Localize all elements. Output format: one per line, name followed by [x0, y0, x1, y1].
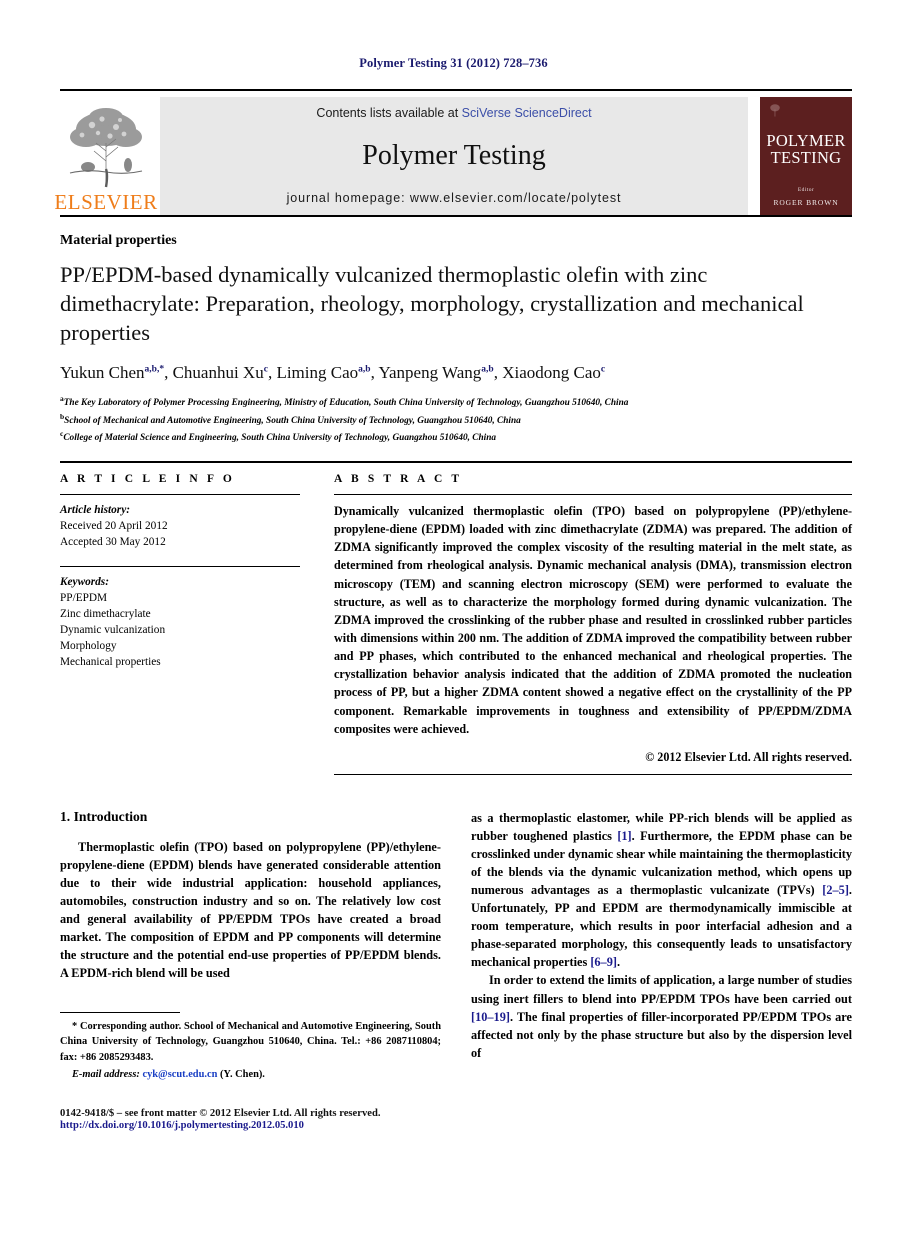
cover-editor-name: ROGER BROWN [773, 198, 839, 207]
article-history-label: Article history: [60, 504, 130, 517]
keyword-item: Morphology [60, 640, 117, 653]
footnote-rule [60, 1012, 180, 1014]
author-name: Yukun Chen [60, 363, 145, 383]
author-name: Yanpeng Wang [378, 363, 482, 383]
article-info-column: A R T I C L E I N F O Article history: R… [60, 473, 316, 775]
article-history: Article history: Received 20 April 2012 … [60, 502, 300, 550]
info-abstract-region: A R T I C L E I N F O Article history: R… [60, 461, 852, 775]
paragraph-part: . The final properties of filler-incorpo… [471, 1009, 852, 1060]
citation-ref[interactable]: [10–19] [471, 1010, 510, 1024]
affiliation-item: bSchool of Mechanical and Automotive Eng… [60, 411, 521, 426]
corresponding-author-note: * Corresponding author. School of Mechan… [60, 1021, 441, 1063]
journal-cover-image: POLYMER TESTING Editor ROGER BROWN [760, 97, 852, 215]
affiliation-list: aThe Key Laboratory of Polymer Processin… [60, 393, 852, 445]
paper-page: Polymer Testing 31 (2012) 728–736 ELSEVI… [0, 0, 907, 1238]
affiliation-item: cCollege of Material Science and Enginee… [60, 428, 497, 443]
author-affiliation-marker: c [263, 364, 268, 375]
title-block: Material properties PP/EPDM-based dynami… [60, 215, 852, 445]
journal-title: Polymer Testing [362, 139, 546, 171]
abstract-heading: A B S T R A C T [334, 473, 463, 486]
issn-copyright-line: 0142-9418/$ – see front matter © 2012 El… [60, 1108, 381, 1119]
article-title: PP/EPDM-based dynamically vulcanized the… [60, 262, 804, 345]
email-link[interactable]: cyk@scut.edu.cn [142, 1069, 217, 1080]
email-suffix: (Y. Chen). [219, 1068, 265, 1080]
keyword-item: Mechanical properties [60, 656, 161, 669]
abstract-column: A B S T R A C T Dynamically vulcanized t… [316, 473, 852, 775]
footnote-block: * Corresponding author. School of Mechan… [60, 1012, 441, 1081]
author-name: Liming Cao [276, 363, 359, 383]
cover-title: POLYMER TESTING [766, 131, 846, 168]
affiliation-item: aThe Key Laboratory of Polymer Processin… [60, 394, 629, 409]
bottom-matter: 0142-9418/$ – see front matter © 2012 El… [60, 1108, 441, 1131]
paragraph: Thermoplastic olefin (TPO) based on poly… [60, 839, 441, 981]
doi-link[interactable]: http://dx.doi.org/10.1016/j.polymertesti… [60, 1120, 441, 1131]
citation-ref[interactable]: [2–5] [822, 883, 849, 897]
info-rule-mid [60, 566, 300, 568]
body-column-right: as a thermoplastic elastomer, while PP-r… [471, 809, 852, 1082]
citation-ref[interactable]: [1] [617, 829, 631, 843]
keyword-item: PP/EPDM [60, 592, 108, 605]
elsevier-tree-icon [69, 108, 143, 188]
journal-band: Contents lists available at SciVerse Sci… [160, 97, 748, 215]
contents-prefix: Contents lists available at [316, 106, 462, 120]
body-columns: 1. Introduction Thermoplastic olefin (TP… [60, 809, 852, 1082]
cover-elsevier-tree-icon [770, 104, 780, 117]
keyword-item: Zinc dimethacrylate [60, 608, 151, 621]
sciencedirect-link[interactable]: SciVerse ScienceDirect [462, 106, 592, 120]
keyword-item: Dynamic vulcanization [60, 624, 166, 637]
paragraph-part: . [616, 955, 621, 970]
info-rule-top [60, 494, 300, 496]
journal-masthead: ELSEVIER Contents lists available at Sci… [54, 89, 852, 215]
journal-homepage[interactable]: journal homepage: www.elsevier.com/locat… [287, 191, 622, 205]
paragraph-part: In order to extend the limits of applica… [471, 973, 852, 1006]
paragraph: In order to extend the limits of applica… [471, 971, 852, 1061]
elsevier-logo: ELSEVIER [54, 97, 157, 215]
author-name: Chuanhui Xu [172, 363, 264, 383]
cover-editor-label: Editor [797, 187, 815, 193]
author-name: Xiaodong Cao [502, 363, 601, 383]
abstract-rule-top [334, 494, 852, 496]
abstract-rule-bottom [334, 773, 852, 775]
article-info-heading: A R T I C L E I N F O [60, 473, 235, 486]
running-head: Polymer Testing 31 (2012) 728–736 [359, 56, 548, 70]
author-affiliation-marker: a,b [358, 364, 371, 375]
author-affiliation-marker: c [600, 364, 606, 375]
elsevier-wordmark: ELSEVIER [54, 190, 158, 214]
history-item: Accepted 30 May 2012 [60, 536, 166, 549]
email-label: E-mail address: [72, 1068, 140, 1080]
abstract-text: Dynamically vulcanized thermoplastic ole… [334, 504, 852, 736]
keywords-label: Keywords: [60, 576, 109, 589]
citation-ref[interactable]: [6–9] [590, 955, 617, 969]
body-column-left: 1. Introduction Thermoplastic olefin (TP… [60, 809, 441, 1082]
section-kicker: Material properties [60, 233, 177, 248]
keywords-block: Keywords: PP/EPDM Zinc dimethacrylate Dy… [60, 566, 300, 670]
contents-line: Contents lists available at SciVerse Sci… [316, 106, 591, 120]
section-heading-introduction: 1. Introduction [60, 808, 148, 824]
paragraph: as a thermoplastic elastomer, while PP-r… [471, 809, 852, 972]
abstract-copyright: © 2012 Elsevier Ltd. All rights reserved… [645, 749, 852, 764]
author-list: Yukun Chena,b,*, Chuanhui Xuc, Liming Ca… [60, 363, 606, 383]
author-affiliation-marker: a,b [481, 364, 494, 375]
author-affiliation-marker: a,b,* [144, 364, 165, 375]
history-item: Received 20 April 2012 [60, 520, 168, 533]
email-note: E-mail address: cyk@scut.edu.cn (Y. Chen… [60, 1067, 441, 1082]
